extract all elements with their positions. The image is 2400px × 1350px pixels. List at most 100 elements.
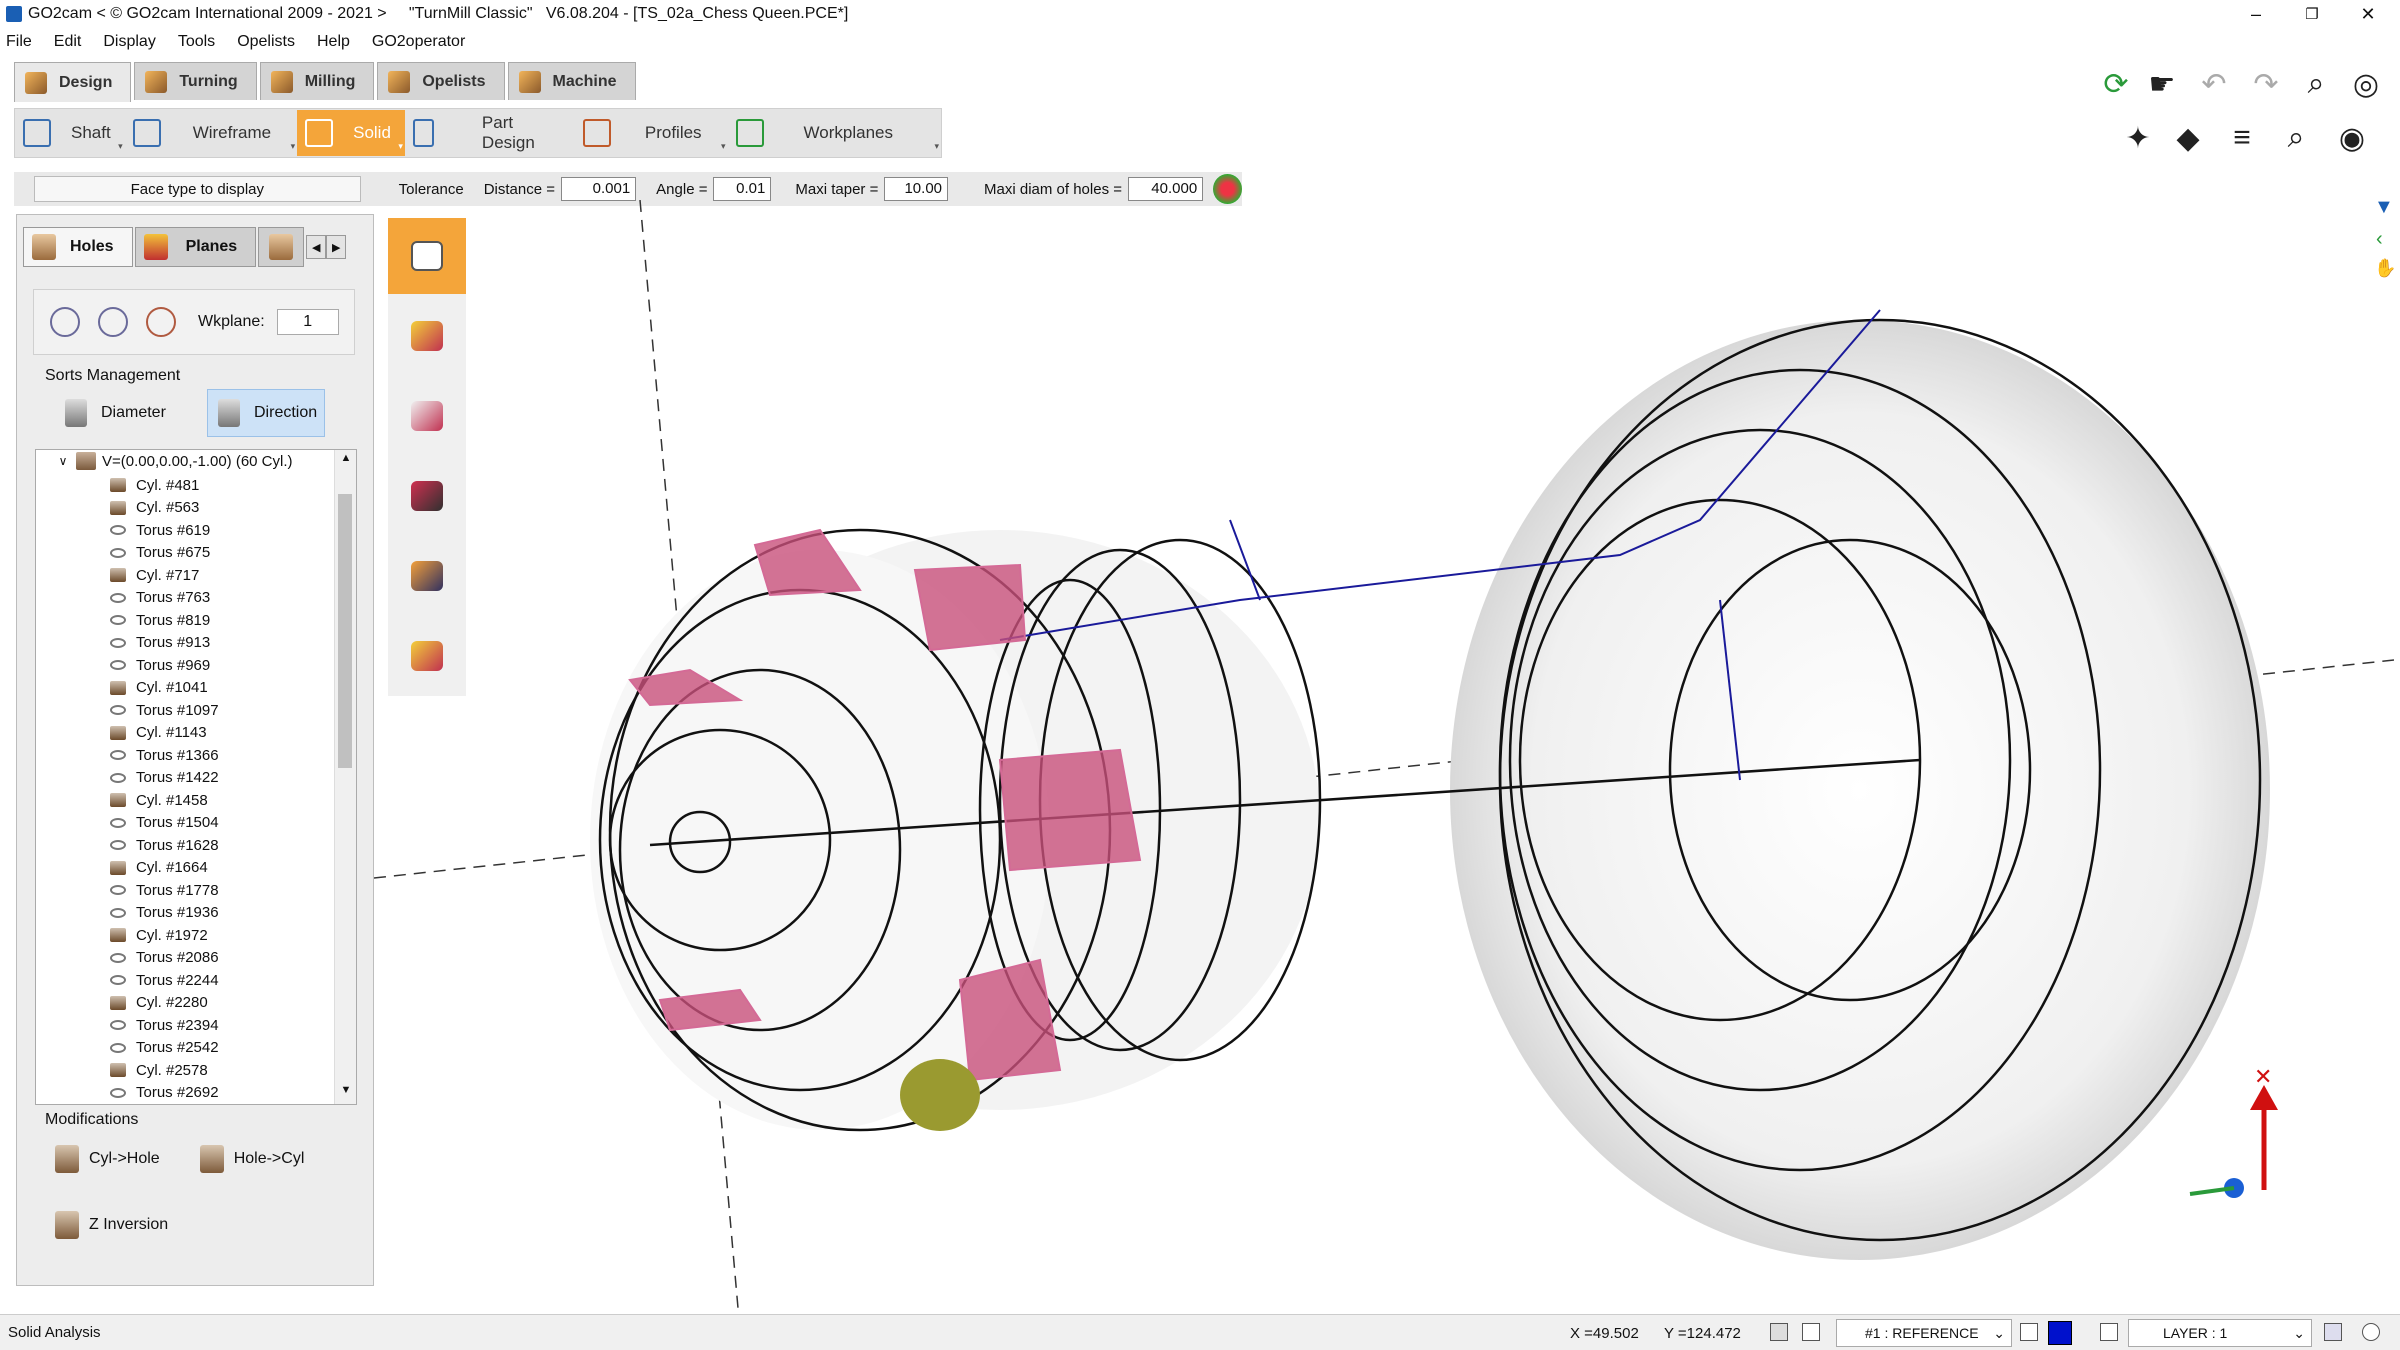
wireframe-button[interactable]: Wireframe ▾ bbox=[125, 110, 297, 156]
tree-item[interactable]: Cyl. #1972 bbox=[36, 924, 336, 947]
tree-item[interactable]: Cyl. #1041 bbox=[36, 677, 336, 700]
redo-icon[interactable]: ↷ bbox=[2246, 64, 2286, 104]
tree-item[interactable]: Torus #1628 bbox=[36, 834, 336, 857]
tree-item[interactable]: Torus #2542 bbox=[36, 1037, 336, 1060]
sort-diameter-button[interactable]: Diameter bbox=[55, 389, 215, 437]
menu-file[interactable]: File bbox=[6, 33, 32, 51]
eye-icon[interactable]: ◉ bbox=[2332, 118, 2372, 158]
hole-search-icon[interactable] bbox=[50, 307, 80, 337]
scroll-up-icon[interactable]: ▲ bbox=[335, 452, 356, 470]
help-icon[interactable] bbox=[2362, 1323, 2380, 1341]
tree-item[interactable]: Cyl. #1143 bbox=[36, 722, 336, 745]
tab-opelists[interactable]: Opelists bbox=[377, 62, 505, 100]
tree-item[interactable]: Cyl. #1664 bbox=[36, 857, 336, 880]
cyl-to-hole-button[interactable]: Cyl->Hole bbox=[55, 1145, 160, 1173]
tree-root-node[interactable]: ∨ V=(0.00,0.00,-1.00) (60 Cyl.) bbox=[36, 450, 293, 472]
layer-select[interactable]: LAYER : 1 ⌄ bbox=[2128, 1319, 2312, 1347]
part-design-button[interactable]: Part Design bbox=[405, 110, 575, 156]
menu-display[interactable]: Display bbox=[103, 33, 155, 51]
tab-design[interactable]: Design bbox=[14, 62, 132, 102]
tree-scrollbar[interactable]: ▲ ▼ bbox=[334, 450, 356, 1104]
collapse-icon[interactable]: ∨ bbox=[50, 454, 76, 468]
close-button[interactable]: ✕ bbox=[2340, 0, 2396, 28]
maxi-taper-input[interactable]: 10.00 bbox=[884, 177, 949, 201]
reference-select[interactable]: #1 : REFERENCE ⌄ bbox=[1836, 1319, 2012, 1347]
hole-select-icon[interactable] bbox=[146, 307, 176, 337]
distance-input[interactable]: 0.001 bbox=[560, 177, 637, 201]
menu-tools[interactable]: Tools bbox=[178, 33, 215, 51]
zoom-window-icon[interactable]: ⌕ bbox=[2276, 118, 2316, 158]
tree-item[interactable]: Torus #1936 bbox=[36, 902, 336, 925]
menu-opelists[interactable]: Opelists bbox=[237, 33, 295, 51]
sort-direction-button[interactable]: Direction bbox=[207, 389, 325, 437]
opelists-icon bbox=[388, 70, 411, 93]
tree-item[interactable]: Cyl. #481 bbox=[36, 474, 336, 497]
tree-item[interactable]: Torus #913 bbox=[36, 632, 336, 655]
menu-help[interactable]: Help bbox=[317, 33, 350, 51]
tree-item[interactable]: Torus #819 bbox=[36, 609, 336, 632]
tab-machine[interactable]: Machine bbox=[507, 62, 636, 100]
minimize-button[interactable]: – bbox=[2228, 0, 2284, 28]
tree-item[interactable]: Torus #1366 bbox=[36, 744, 336, 767]
solid-button[interactable]: Solid ▾ bbox=[297, 110, 405, 156]
hide-icon[interactable]: ✦ bbox=[2118, 118, 2158, 158]
reference-checkbox[interactable] bbox=[1802, 1323, 1820, 1341]
shaft-button[interactable]: Shaft ▾ bbox=[15, 110, 125, 156]
clear-icon[interactable]: ≡ bbox=[2222, 118, 2262, 158]
grid-icon[interactable] bbox=[1770, 1323, 1788, 1341]
tree-item[interactable]: Torus #2244 bbox=[36, 969, 336, 992]
profiles-button[interactable]: Profiles ▾ bbox=[575, 110, 728, 156]
color-swatch[interactable] bbox=[2048, 1321, 2072, 1345]
view-tools: ⟳ ☛ ↶ ↷ ⌕ ◎ ✦ ◆ ≡ ⌕ ◉ bbox=[2096, 62, 2379, 172]
hole-to-cyl-button[interactable]: Hole->Cyl bbox=[199, 1145, 304, 1173]
z-inversion-button[interactable]: Z Inversion bbox=[55, 1211, 168, 1239]
face-type-display[interactable]: Face type to display bbox=[34, 176, 361, 202]
glasses-icon[interactable]: ◎ bbox=[2346, 64, 2386, 104]
tree-item[interactable]: Torus #1422 bbox=[36, 767, 336, 790]
tree-item[interactable]: Torus #1778 bbox=[36, 879, 336, 902]
scroll-thumb[interactable] bbox=[338, 494, 352, 768]
eraser-icon[interactable]: ◆ bbox=[2168, 118, 2208, 158]
zoom-icon[interactable]: ⌕ bbox=[2296, 64, 2336, 104]
tree-item[interactable]: Cyl. #2578 bbox=[36, 1059, 336, 1082]
tree-item-label: Torus #2394 bbox=[136, 1016, 219, 1034]
tab-milling[interactable]: Milling bbox=[259, 62, 375, 100]
tree-item[interactable]: Cyl. #563 bbox=[36, 497, 336, 520]
refresh-icon[interactable]: ⟳ bbox=[2096, 64, 2136, 104]
tree-item[interactable]: Cyl. #717 bbox=[36, 564, 336, 587]
maxi-diam-input[interactable]: 40.000 bbox=[1128, 177, 1204, 201]
wkplane-input[interactable]: 1 bbox=[276, 309, 339, 335]
tab-turning[interactable]: Turning bbox=[134, 62, 257, 100]
tree-item[interactable]: Torus #619 bbox=[36, 519, 336, 542]
tab-scroll-right[interactable]: ▶ bbox=[326, 235, 347, 259]
workplanes-button[interactable]: Workplanes ▾ bbox=[728, 110, 941, 156]
tree-item[interactable]: Torus #1097 bbox=[36, 699, 336, 722]
tree-item[interactable]: Torus #2086 bbox=[36, 947, 336, 970]
tab-more[interactable] bbox=[258, 227, 305, 267]
model-view[interactable]: ✕ bbox=[373, 199, 2395, 1309]
hole-view-icon[interactable] bbox=[98, 307, 128, 337]
menu-edit[interactable]: Edit bbox=[54, 33, 82, 51]
angle-input[interactable]: 0.01 bbox=[713, 177, 772, 201]
3d-viewport[interactable]: ✕ bbox=[373, 199, 2395, 1309]
layer-checkbox[interactable] bbox=[2100, 1323, 2118, 1341]
restore-button[interactable]: ❐ bbox=[2284, 0, 2340, 28]
tab-scroll-left[interactable]: ◀ bbox=[306, 235, 327, 259]
tree-item[interactable]: Torus #763 bbox=[36, 587, 336, 610]
view-cube-icon[interactable] bbox=[2324, 1323, 2342, 1341]
pointer-icon[interactable]: ☛ bbox=[2142, 64, 2182, 104]
color-checkbox[interactable] bbox=[2020, 1323, 2038, 1341]
tree-item[interactable]: Torus #969 bbox=[36, 654, 336, 677]
tree-item[interactable]: Torus #1504 bbox=[36, 812, 336, 835]
tree-item[interactable]: Cyl. #1458 bbox=[36, 789, 336, 812]
tree-item[interactable]: Cyl. #2280 bbox=[36, 992, 336, 1015]
undo-icon[interactable]: ↶ bbox=[2194, 64, 2234, 104]
tree-item[interactable]: Torus #2394 bbox=[36, 1014, 336, 1037]
tab-holes[interactable]: Holes bbox=[23, 227, 133, 267]
menu-go2operator[interactable]: GO2operator bbox=[372, 33, 465, 51]
tree-item[interactable]: Torus #2692 bbox=[36, 1082, 336, 1105]
workplanes-icon bbox=[735, 119, 764, 147]
tree-item[interactable]: Torus #675 bbox=[36, 542, 336, 565]
scroll-down-icon[interactable]: ▼ bbox=[335, 1084, 356, 1102]
tab-planes[interactable]: Planes bbox=[134, 227, 257, 267]
